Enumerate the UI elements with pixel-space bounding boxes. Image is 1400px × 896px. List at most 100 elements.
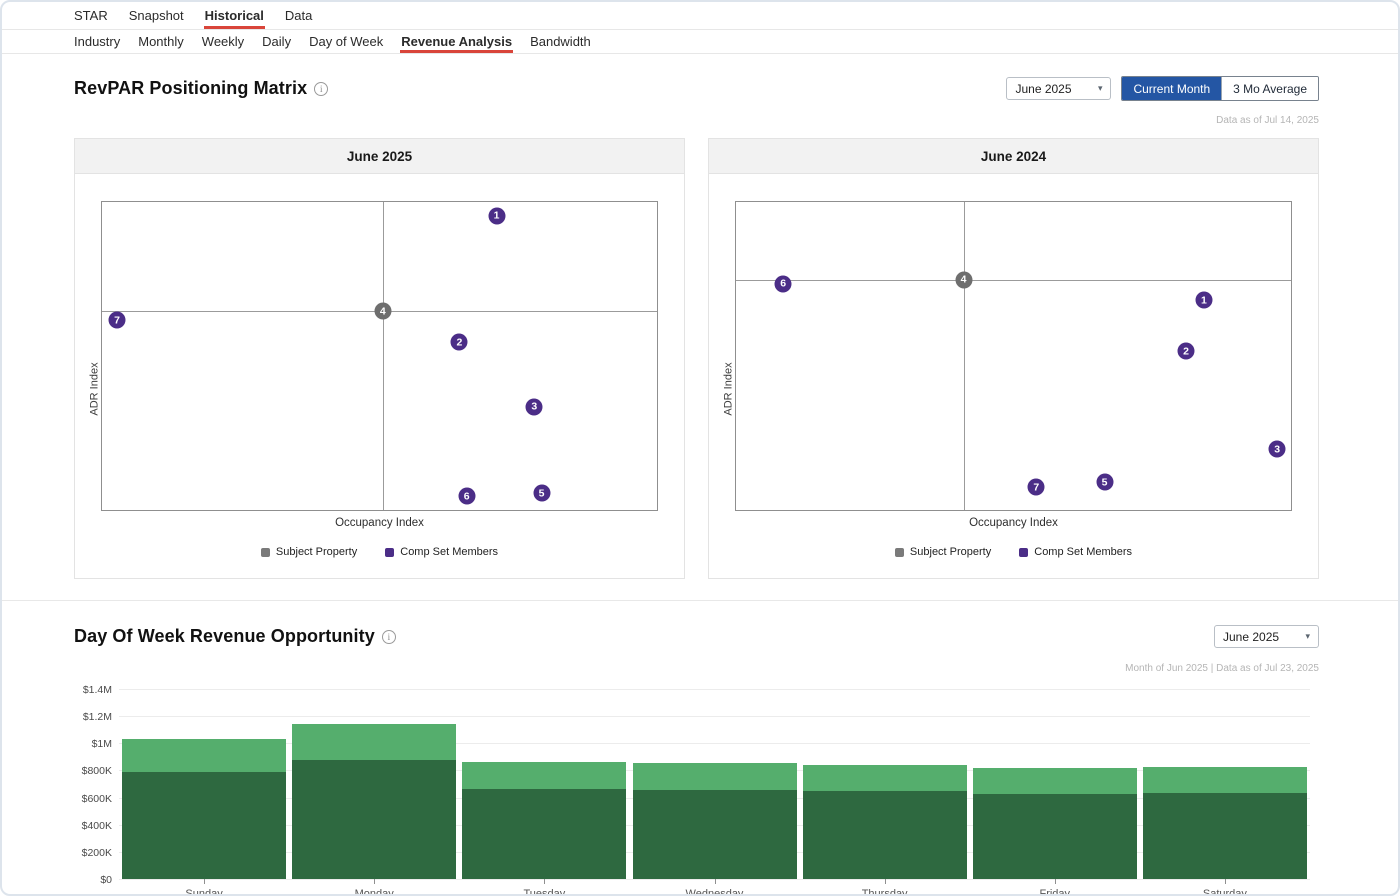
comp-set-point-1[interactable]: 1 xyxy=(1195,291,1213,309)
y-tick-label: $600K xyxy=(81,792,112,805)
revpar-month-select-value: June 2025 xyxy=(1015,81,1072,96)
matrix-panels: June 2025 ADR Index 1 2 3 4 5 6 7 Occupancy Index… xyxy=(74,138,1319,579)
bar-segment-bottom-dark-green xyxy=(462,789,627,879)
bar-segment-bottom-dark-green xyxy=(122,771,287,879)
x-axis-label: Occupancy Index xyxy=(335,517,424,529)
bar-thursday[interactable] xyxy=(802,765,967,879)
chevron-down-icon: ▾ xyxy=(1305,631,1310,641)
x-tick xyxy=(1054,879,1056,884)
legend-item-subject-property: Subject Property xyxy=(260,546,358,558)
x-tick-label: Tuesday xyxy=(523,888,566,896)
x-tick-label: Friday xyxy=(1039,888,1071,896)
dow-month-select[interactable]: June 2025 ▾ xyxy=(1214,625,1319,648)
subject-property-point-4[interactable]: 4 xyxy=(374,302,392,320)
tab-monthly[interactable]: Monthly xyxy=(137,30,185,53)
comp-set-point-5[interactable]: 5 xyxy=(533,484,551,502)
bar-wednesday[interactable] xyxy=(632,762,797,879)
x-tick xyxy=(714,879,716,884)
matrix-legend: Subject Property Comp Set Members xyxy=(709,546,1318,558)
revpar-month-select[interactable]: June 2025 ▾ xyxy=(1006,77,1112,100)
comp-set-point-1[interactable]: 1 xyxy=(488,207,506,225)
x-tick xyxy=(204,879,206,884)
legend-swatch xyxy=(385,547,395,557)
matrix-panel-june-2025: June 2025 ADR Index 1 2 3 4 5 6 7 Occupancy Index… xyxy=(74,138,685,579)
x-tick xyxy=(374,879,376,884)
comp-set-point-7[interactable]: 7 xyxy=(1027,478,1045,496)
app-window: STAR Snapshot Historical Data Industry Month… xyxy=(0,0,1400,896)
comp-set-point-6[interactable]: 6 xyxy=(774,275,792,293)
dow-title: Day Of Week Revenue Opportunity xyxy=(74,626,375,646)
tab-snapshot[interactable]: Snapshot xyxy=(128,2,185,29)
matrix-panel-body: ADR Index 1 2 3 4 5 6 7 Occupancy Index Subject P… xyxy=(709,201,1318,578)
bar-segment-bottom-dark-green xyxy=(972,793,1137,879)
y-tick-label: $200K xyxy=(81,846,112,859)
bar-tuesday[interactable] xyxy=(462,761,627,879)
subject-property-point-4[interactable]: 4 xyxy=(955,271,973,289)
chevron-down-icon: ▾ xyxy=(1097,83,1103,93)
bar-segment-bottom-dark-green xyxy=(1142,792,1307,879)
comp-set-point-3[interactable]: 3 xyxy=(1268,440,1286,458)
tab-bandwidth[interactable]: Bandwidth xyxy=(529,30,592,53)
y-tick-label: $400K xyxy=(81,819,112,832)
bar-segment-top-light-green xyxy=(802,765,967,792)
dow-caption: Month of Jun 2025 | Data as of Jul 23, 2… xyxy=(1125,663,1319,674)
3-mo-average-button[interactable]: 3 Mo Average xyxy=(1221,77,1318,100)
matrix-panel-june-2024: June 2024 ADR Index 1 2 3 4 5 6 7 Occupancy Index… xyxy=(708,138,1319,579)
crosshair-vertical-line xyxy=(382,202,384,510)
tab-daily[interactable]: Daily xyxy=(261,30,292,53)
y-axis-label: ADR Index xyxy=(88,362,101,416)
dow-month-select-value: June 2025 xyxy=(1223,629,1280,644)
legend-item-subject-property: Subject Property xyxy=(894,546,992,558)
comp-set-point-3[interactable]: 3 xyxy=(525,398,543,416)
revpar-section-header: RevPAR Positioning Matrix i June 2025 ▾ … xyxy=(74,75,1319,102)
section-divider xyxy=(2,600,1398,601)
comp-set-point-7[interactable]: 7 xyxy=(108,311,126,329)
dow-bar-chart: $0 $200K $400K $600K $800K $1M $1.2M $1.4M Sunda… xyxy=(82,684,1310,894)
y-tick-label: $1M xyxy=(91,738,112,751)
tab-historical[interactable]: Historical xyxy=(203,2,265,29)
info-icon[interactable]: i xyxy=(381,629,396,644)
legend-label: Comp Set Members xyxy=(1034,546,1133,558)
tab-data[interactable]: Data xyxy=(284,2,313,29)
y-axis-label: ADR Index xyxy=(722,362,735,416)
x-tick-label: Saturday xyxy=(1202,888,1247,896)
revpar-title: RevPAR Positioning Matrix xyxy=(74,78,308,98)
comp-set-point-2[interactable]: 2 xyxy=(450,333,468,351)
bar-saturday[interactable] xyxy=(1142,767,1307,879)
bar-segment-bottom-dark-green xyxy=(292,760,457,879)
bar-segment-top-light-green xyxy=(1142,767,1307,793)
comp-set-point-5[interactable]: 5 xyxy=(1096,473,1114,491)
bar-segment-top-light-green xyxy=(972,767,1137,794)
bar-sunday[interactable] xyxy=(122,739,287,879)
y-tick-label: $1.2M xyxy=(82,711,112,724)
tab-revenue-analysis[interactable]: Revenue Analysis xyxy=(400,30,514,53)
matrix-panel-title: June 2025 xyxy=(75,139,684,174)
legend-label: Comp Set Members xyxy=(400,546,499,558)
secondary-nav: Industry Monthly Weekly Daily Day of Week Rev… xyxy=(2,30,1398,54)
x-tick xyxy=(544,879,546,884)
current-month-button[interactable]: Current Month xyxy=(1122,77,1222,100)
bar-segment-top-light-green xyxy=(462,761,627,790)
bar-friday[interactable] xyxy=(972,767,1137,879)
primary-nav: STAR Snapshot Historical Data xyxy=(2,2,1398,30)
comp-set-point-2[interactable]: 2 xyxy=(1177,342,1195,360)
tab-day-of-week[interactable]: Day of Week xyxy=(308,30,384,53)
x-axis-label: Occupancy Index xyxy=(969,517,1058,529)
x-tick-label: Thursday xyxy=(861,888,908,896)
gridline-1.4M: $1.4M xyxy=(83,684,1310,696)
legend-label: Subject Property xyxy=(275,546,358,558)
legend-label: Subject Property xyxy=(909,546,992,558)
tab-weekly[interactable]: Weekly xyxy=(201,30,245,53)
crosshair-horizontal-line xyxy=(736,279,1291,281)
bar-monday[interactable] xyxy=(292,723,457,879)
tab-industry[interactable]: Industry xyxy=(73,30,121,53)
comp-set-point-6[interactable]: 6 xyxy=(458,487,476,505)
gridline-1.2M: $1.2M xyxy=(83,711,1310,723)
info-icon[interactable]: i xyxy=(314,81,329,96)
bar-segment-bottom-dark-green xyxy=(802,791,967,879)
period-toggle: Current Month 3 Mo Average xyxy=(1121,76,1319,101)
tab-star[interactable]: STAR xyxy=(73,2,109,29)
matrix-panel-body: ADR Index 1 2 3 4 5 6 7 Occupancy Index Subject P… xyxy=(75,201,684,578)
x-tick-label: Wednesday xyxy=(685,888,744,896)
quadrant-plot: 1 2 3 4 5 6 7 xyxy=(101,201,658,511)
